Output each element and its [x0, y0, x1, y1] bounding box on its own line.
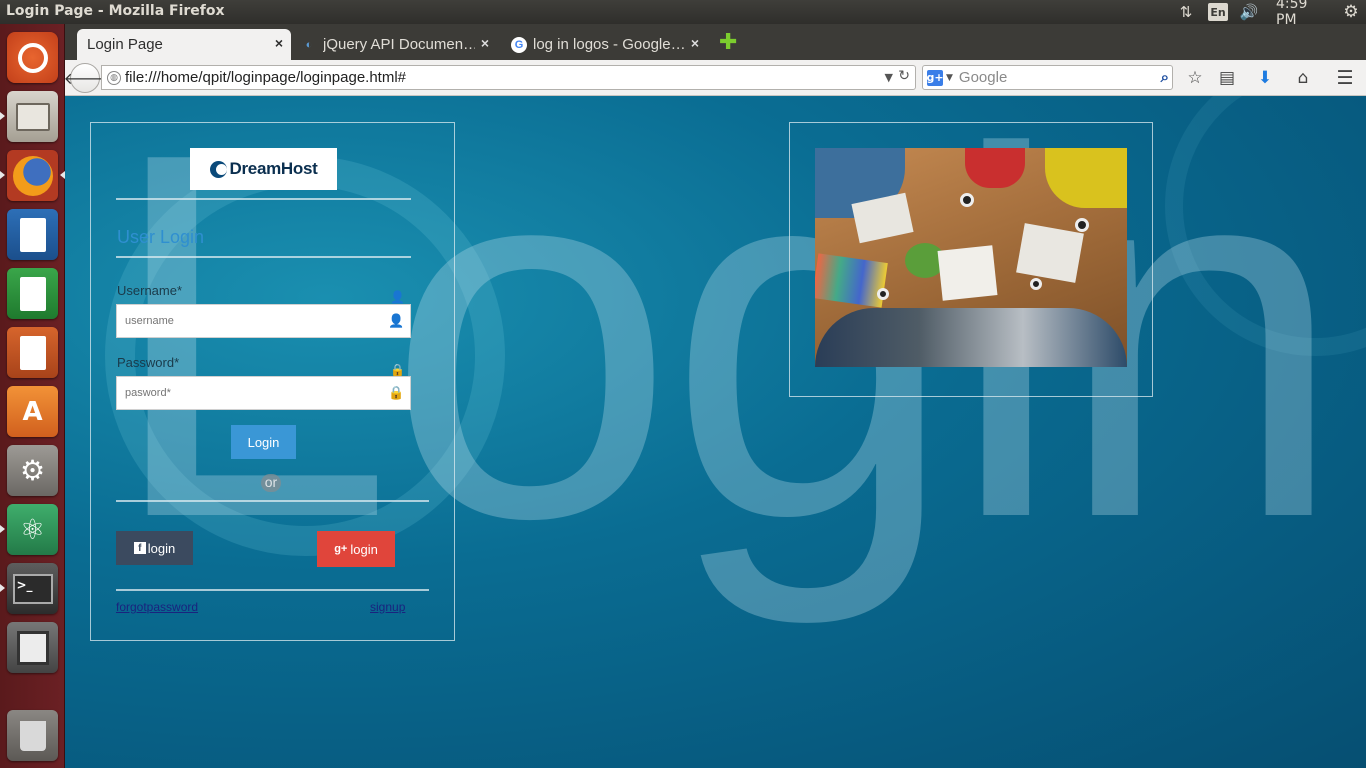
ubuntu-dash-icon[interactable]: [7, 32, 58, 83]
divider: [116, 198, 411, 200]
back-button[interactable]: 🡐: [64, 63, 106, 93]
system-settings-icon[interactable]: ⚙: [7, 445, 58, 496]
tab-title: log in logos - Google…: [533, 36, 685, 53]
dreamhost-moon-icon: [209, 160, 227, 178]
logo-text: DreamHost: [229, 159, 318, 178]
google-plus-login-label: login: [350, 541, 378, 557]
divider: [116, 589, 429, 591]
search-input[interactable]: Google: [959, 69, 1007, 86]
facebook-login-label: login: [147, 540, 176, 556]
facebook-login-button[interactable]: f login: [116, 531, 193, 565]
trash-icon[interactable]: [7, 710, 58, 761]
libreoffice-calc-icon[interactable]: [7, 268, 58, 319]
user-icon: 👤: [390, 290, 405, 304]
search-icon[interactable]: ⌕: [1161, 68, 1169, 86]
navigation-toolbar: 🡐 ◍ file:///home/qpit/loginpage/loginpag…: [64, 60, 1366, 96]
search-bar[interactable]: g+ ▼ Google ⌕: [922, 65, 1173, 90]
lock-icon: 🔒: [388, 386, 405, 401]
url-text[interactable]: file:///home/qpit/loginpage/loginpage.ht…: [125, 69, 406, 86]
tab-close-icon[interactable]: ×: [275, 35, 283, 51]
top-panel: Login Page - Mozilla Firefox ⇅ En 🔊 4:59…: [0, 0, 1366, 28]
jquery-favicon-icon: ◐: [305, 38, 313, 51]
libreoffice-impress-icon[interactable]: [7, 327, 58, 378]
libreoffice-writer-icon[interactable]: [7, 209, 58, 260]
lock-icon: 🔒: [390, 363, 405, 377]
login-panel: DreamHost User Login Username* 👤 👤 Passw…: [90, 122, 455, 641]
tab-google-search[interactable]: G log in logos - Google… ×: [501, 29, 707, 60]
files-icon[interactable]: [7, 91, 58, 142]
google-plus-login-button[interactable]: g+ login: [317, 531, 395, 567]
downloads-icon[interactable]: ⬇: [1254, 67, 1276, 89]
reload-icon[interactable]: ↻: [898, 68, 910, 84]
firefox-window: Login Page × ◐ jQuery API Documen… × G l…: [64, 24, 1366, 768]
tab-title: Login Page: [87, 36, 163, 53]
save-disk-icon[interactable]: [7, 622, 58, 673]
tab-title: jQuery API Documen…: [323, 36, 475, 53]
page-content: Login DreamHost User Login Username* 👤 👤…: [65, 96, 1366, 768]
window-title: Login Page - Mozilla Firefox: [6, 3, 225, 19]
terminal-icon[interactable]: >_: [7, 563, 58, 614]
url-history-dropdown-icon[interactable]: ▼: [885, 71, 893, 84]
login-button[interactable]: Login: [231, 425, 296, 459]
username-label: Username*: [117, 283, 183, 298]
home-icon[interactable]: ⌂: [1292, 67, 1314, 89]
search-engine-icon[interactable]: g+: [926, 69, 944, 86]
system-gear-icon[interactable]: ⚙: [1340, 0, 1362, 24]
divider: [116, 500, 429, 502]
keyboard-language-indicator[interactable]: En: [1208, 3, 1228, 21]
firefox-icon[interactable]: [7, 150, 58, 201]
tab-login-page[interactable]: Login Page ×: [77, 29, 291, 60]
running-indicator: [0, 112, 5, 120]
running-indicator: [0, 525, 5, 533]
volume-icon[interactable]: 🔊: [1238, 0, 1260, 24]
divider: [116, 256, 411, 258]
bookmark-star-icon[interactable]: ☆: [1184, 67, 1206, 89]
globe-icon: ◍: [107, 70, 121, 85]
user-icon: 👤: [388, 314, 405, 329]
search-engine-dropdown-icon[interactable]: ▼: [946, 73, 953, 83]
clock[interactable]: 4:59 PM: [1276, 0, 1330, 28]
url-bar[interactable]: ◍ file:///home/qpit/loginpage/loginpage.…: [101, 65, 916, 90]
photo-frame: [789, 122, 1153, 397]
or-separator: or: [261, 474, 281, 492]
ubuntu-software-center-icon[interactable]: A: [7, 386, 58, 437]
facebook-icon: f: [133, 542, 146, 554]
password-field[interactable]: [116, 376, 411, 410]
page-title: User Login: [117, 227, 205, 247]
network-indicator-icon[interactable]: ⇅: [1176, 0, 1196, 24]
reading-list-icon[interactable]: ▤: [1216, 67, 1238, 89]
tab-jquery-api[interactable]: ◐ jQuery API Documen… ×: [291, 29, 497, 60]
new-tab-button[interactable]: ✚: [719, 30, 737, 55]
menu-icon[interactable]: ☰: [1334, 67, 1356, 89]
tab-strip: Login Page × ◐ jQuery API Documen… × G l…: [65, 24, 1366, 60]
team-meeting-photo: [815, 148, 1127, 367]
google-plus-icon: g+: [334, 543, 348, 555]
password-label: Password*: [117, 355, 180, 370]
background-swirl: [1165, 96, 1366, 356]
running-indicator: [0, 584, 5, 592]
tab-close-icon[interactable]: ×: [481, 35, 489, 51]
running-indicator: [0, 171, 5, 179]
dreamhost-logo: DreamHost: [190, 148, 337, 190]
forgot-password-link[interactable]: forgotpassword: [116, 600, 198, 614]
tab-close-icon[interactable]: ×: [691, 35, 699, 51]
atom-editor-icon[interactable]: ⚛: [7, 504, 58, 555]
signup-link[interactable]: signup: [370, 600, 405, 614]
username-field[interactable]: [116, 304, 411, 338]
unity-launcher: A ⚙ ⚛ >_: [0, 24, 65, 768]
google-favicon-icon: G: [511, 36, 527, 53]
